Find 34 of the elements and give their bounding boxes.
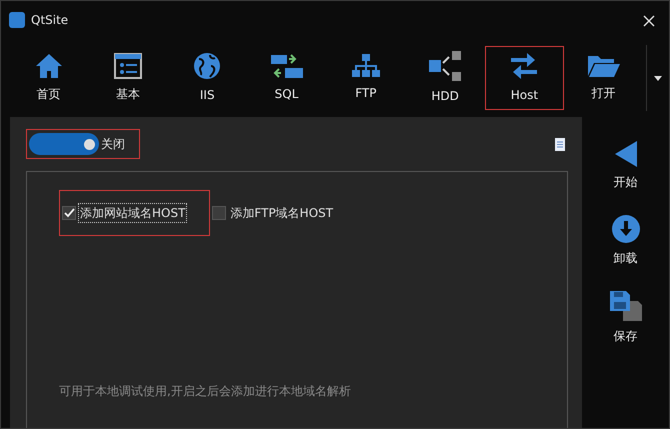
window-title: QtSite — [31, 12, 70, 29]
toolbar-button[interactable]: IIS — [168, 46, 247, 110]
toolbar-button[interactable]: SQL — [246, 46, 326, 110]
close-icon — [643, 14, 655, 27]
toggle-switch[interactable] — [29, 133, 99, 155]
toolbar-button[interactable]: 首页 — [9, 46, 88, 110]
sidebar-button[interactable]: 保存 — [610, 291, 642, 345]
form-icon — [114, 53, 142, 79]
toolbar-button[interactable]: FTP — [326, 46, 406, 110]
toolbar-button[interactable]: Host — [484, 46, 564, 110]
caret-icon — [654, 76, 662, 80]
sync-icon — [270, 53, 303, 79]
sidebar-button[interactable]: 开始 — [614, 141, 638, 191]
toolbar-button[interactable]: 基本 — [88, 46, 168, 110]
globe-icon — [193, 52, 222, 80]
toggle-label: 关闭 — [101, 136, 125, 153]
sidebar-button[interactable]: 卸载 — [612, 215, 640, 267]
checkbox-label: 添加网站域名HOST — [78, 203, 188, 223]
toolbar-button[interactable]: 打开 — [564, 46, 644, 110]
house-icon — [34, 53, 63, 79]
download-icon — [612, 215, 640, 243]
triangle-left-icon — [614, 141, 636, 167]
hint-text: 可用于本地调试使用,开启之后会添加进行本地域名解析 — [59, 383, 352, 400]
checkbox[interactable] — [62, 206, 76, 220]
arrows-icon — [509, 52, 540, 80]
checkbox[interactable] — [212, 206, 226, 220]
toolbar-button[interactable]: HDD — [405, 46, 485, 110]
document-icon — [555, 135, 565, 153]
nodes-icon — [429, 51, 462, 81]
folder-icon — [588, 54, 620, 78]
network-tree-icon — [352, 54, 380, 78]
save-icon — [610, 291, 642, 321]
app-logo-icon — [9, 12, 25, 28]
checkbox-label: 添加FTP域名HOST — [229, 205, 334, 222]
